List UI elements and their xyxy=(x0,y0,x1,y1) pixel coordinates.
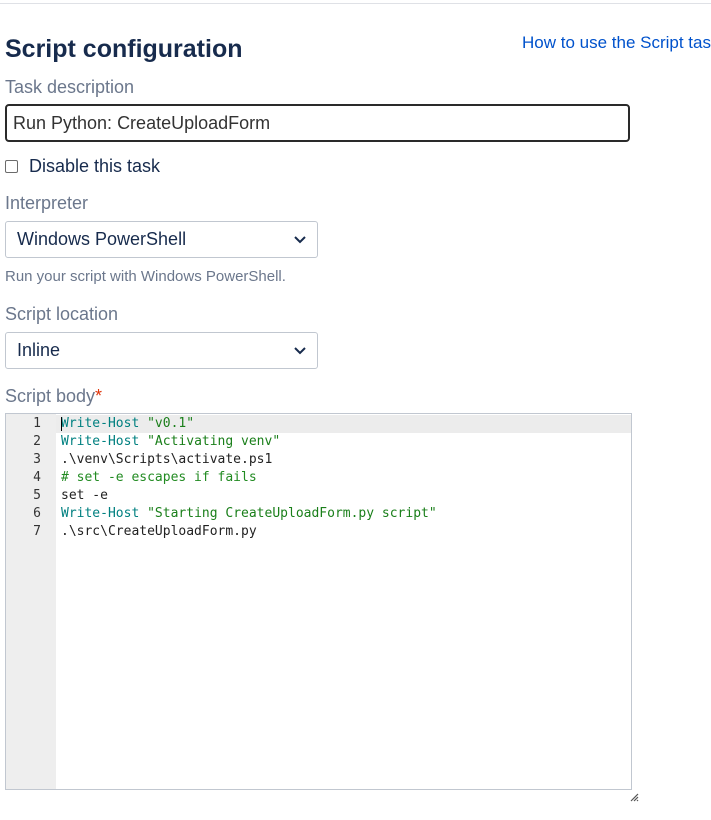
top-divider xyxy=(0,3,711,4)
code-line-text: Write-Host "Starting CreateUploadForm.py… xyxy=(61,506,437,521)
text-cursor xyxy=(61,417,62,431)
line-number: 1 xyxy=(33,416,41,431)
disable-task-row[interactable]: Disable this task xyxy=(5,155,160,177)
task-description-input[interactable] xyxy=(5,104,630,142)
line-number: 5 xyxy=(33,488,41,503)
line-number: 4 xyxy=(33,470,41,485)
code-line: 3 .\venv\Scripts\activate.ps1 xyxy=(33,451,631,469)
script-location-label: Script location xyxy=(5,304,119,324)
page-title: Script configuration xyxy=(5,35,243,63)
code-line-text: set -e xyxy=(61,488,108,503)
code-line-text: .\venv\Scripts\activate.ps1 xyxy=(61,452,273,467)
code-line-text: Write-Host "v0.1" xyxy=(61,416,195,431)
interpreter-label: Interpreter xyxy=(5,193,89,213)
code-line: 6 Write-Host "Starting CreateUploadForm.p… xyxy=(33,505,631,523)
code-line-text: # set -e escapes if fails xyxy=(61,470,257,485)
script-body-label: Script body* xyxy=(5,385,102,407)
required-marker: * xyxy=(95,386,103,406)
chevron-down-icon xyxy=(294,345,306,357)
interpreter-selected-value: Windows PowerShell xyxy=(17,229,187,249)
code-line-text: .\src\CreateUploadForm.py xyxy=(61,524,257,539)
code-line: 7 .\src\CreateUploadForm.py xyxy=(33,523,631,541)
script-location-selected-value: Inline xyxy=(17,340,61,360)
help-link[interactable]: How to use the Script task xyxy=(522,32,711,54)
task-description-label: Task description xyxy=(5,77,135,97)
chevron-down-icon xyxy=(294,234,306,246)
script-body-label-text: Script body xyxy=(5,386,96,406)
code-line: 2 Write-Host "Activating venv" xyxy=(33,433,631,451)
line-number: 3 xyxy=(33,452,41,467)
code-line: 4 # set -e escapes if fails xyxy=(33,469,631,487)
interpreter-help-text: Run your script with Windows PowerShell. xyxy=(5,268,286,285)
script-body-editor[interactable]: 1 Write-Host "v0.1" 2 Write-Host "Activatin… xyxy=(5,413,632,790)
code-line: 1 Write-Host "v0.1" xyxy=(33,415,631,433)
interpreter-select[interactable]: Windows PowerShell xyxy=(5,221,318,258)
code-line-text: Write-Host "Activating venv" xyxy=(61,434,281,449)
resize-handle-icon[interactable] xyxy=(629,789,639,802)
code-area[interactable]: 1 Write-Host "v0.1" 2 Write-Host "Activatin… xyxy=(33,414,631,789)
line-number: 7 xyxy=(33,524,41,539)
script-location-select[interactable]: Inline xyxy=(5,332,318,369)
disable-task-checkbox[interactable] xyxy=(5,159,18,173)
line-number: 6 xyxy=(33,506,41,521)
line-number: 2 xyxy=(33,434,41,449)
code-line: 5 set -e xyxy=(33,487,631,505)
disable-task-label: Disable this task xyxy=(29,156,161,176)
